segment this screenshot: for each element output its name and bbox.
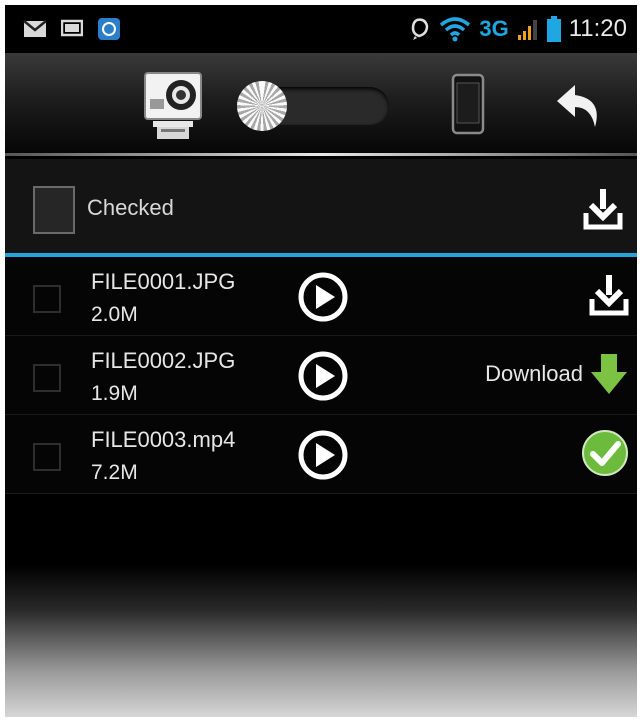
source-toggle-switch[interactable] [237,81,389,131]
play-icon[interactable] [297,350,349,402]
file-row[interactable]: FILE0002.JPG 1.9M Download [5,336,637,415]
phone-icon[interactable] [451,73,485,135]
file-list: FILE0001.JPG 2.0M FILE0002.JPG 1.9M Down… [5,257,637,494]
vibrate-icon [412,18,429,40]
download-all-icon[interactable] [583,187,623,231]
file-size: 7.2M [91,461,138,484]
select-all-row: Checked [5,159,637,253]
play-icon[interactable] [297,271,349,323]
file-name: FILE0001.JPG [91,269,236,294]
clock: 11:20 [568,15,627,42]
file-action[interactable] [589,271,629,319]
download-label: Download [485,361,583,386]
back-arrow-icon[interactable] [553,79,607,133]
file-size: 2.0M [91,303,138,326]
green-arrow-down-icon [591,354,627,394]
file-checkbox[interactable] [33,443,61,471]
download-icon[interactable] [589,273,629,317]
file-size: 1.9M [91,382,138,405]
file-checkbox[interactable] [33,285,61,313]
app-screen: 3G 11:20 Checked FILE0001.JPG 2.0M FILE0… [5,5,637,717]
file-action [581,429,629,477]
app-notification-icon [98,18,120,40]
empty-area [5,565,637,717]
system-status: 3G 11:20 [409,11,627,47]
status-bar: 3G 11:20 [5,5,637,53]
action-camera-icon[interactable] [141,69,205,143]
file-row[interactable]: FILE0003.mp4 7.2M [5,415,637,494]
play-icon[interactable] [297,429,349,481]
toolbar [5,53,637,156]
battery-icon [546,16,561,42]
screen-notification-icon [61,19,83,37]
select-all-checkbox[interactable] [33,186,75,234]
signal-icon [517,20,537,40]
file-row[interactable]: FILE0001.JPG 2.0M [5,257,637,336]
file-name: FILE0003.mp4 [91,427,236,452]
file-name: FILE0002.JPG [91,348,236,373]
file-checkbox[interactable] [33,364,61,392]
wifi-icon [440,17,471,42]
toggle-knob [237,81,287,131]
checked-label: Checked [87,195,174,220]
checkmark-icon [582,430,628,476]
network-type-label: 3G [479,16,509,41]
notification-icons [23,17,121,41]
gmail-icon [23,20,47,37]
download-button[interactable]: Download [485,350,629,398]
toolbar-divider [5,153,637,156]
